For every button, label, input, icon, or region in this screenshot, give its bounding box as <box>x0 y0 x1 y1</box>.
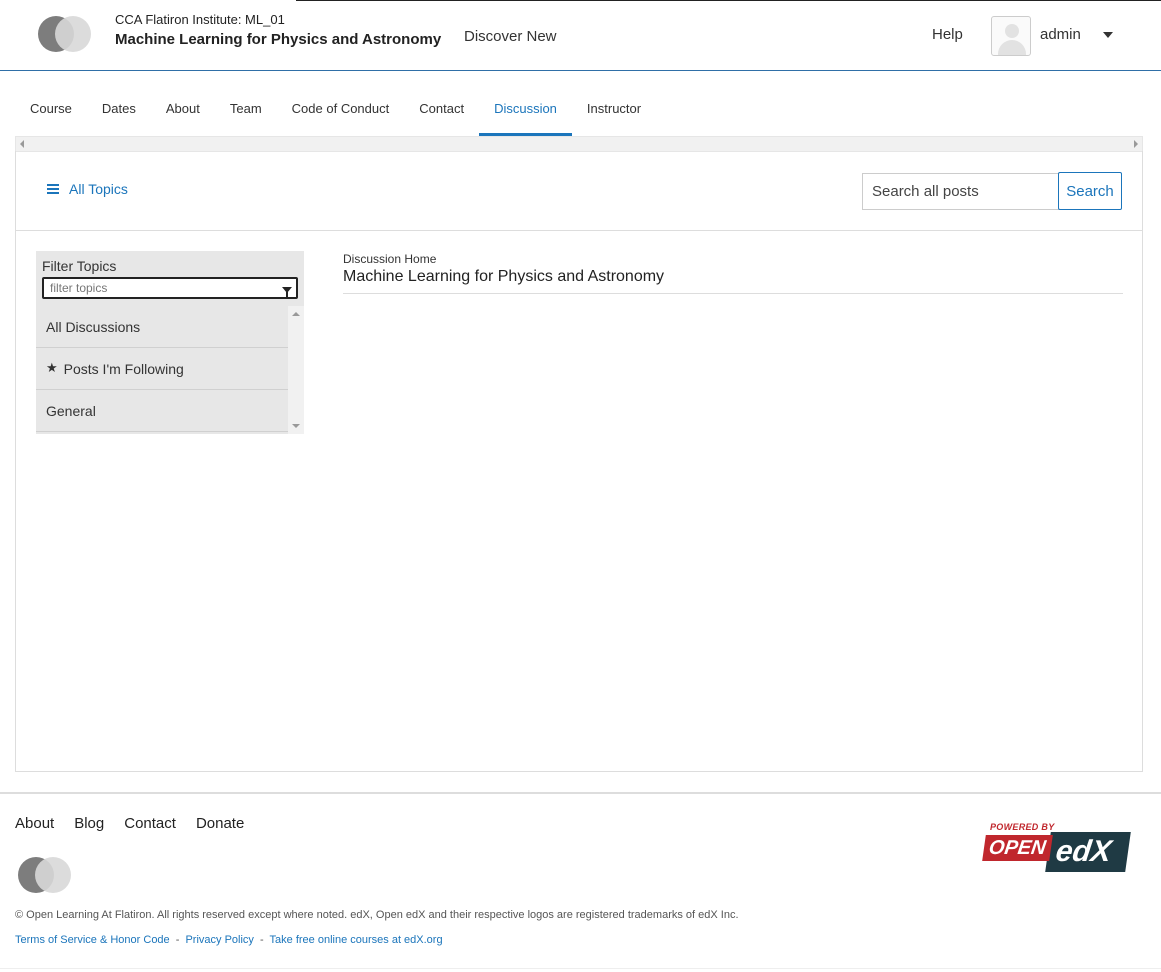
logo-circle-light <box>35 857 71 893</box>
topic-sidebar: Filter Topics All Discussions ★ Posts I'… <box>36 251 304 434</box>
discussion-title: Machine Learning for Physics and Astrono… <box>343 268 665 285</box>
tab-about[interactable]: About <box>151 92 215 136</box>
tab-team[interactable]: Team <box>215 92 277 136</box>
tab-dates[interactable]: Dates <box>87 92 151 136</box>
user-menu-caret-icon[interactable] <box>1103 32 1113 38</box>
powered-by-label: POWERED BY <box>990 822 1055 832</box>
footer-link-blog[interactable]: Blog <box>74 815 104 832</box>
all-topics-toggle[interactable]: All Topics <box>47 181 128 197</box>
discover-new-link[interactable]: Discover New <box>464 28 557 45</box>
logo-circle-light <box>55 16 91 52</box>
topic-label: Posts I'm Following <box>63 361 184 377</box>
avatar-body-icon <box>998 40 1026 55</box>
discussion-main: All Topics Search Filter Topics All Disc… <box>15 151 1143 772</box>
star-icon: ★ <box>46 360 58 375</box>
search-button[interactable]: Search <box>1058 172 1122 210</box>
topic-general[interactable]: General <box>36 390 288 432</box>
topic-label: General <box>46 403 96 419</box>
username-link[interactable]: admin <box>1040 26 1081 43</box>
footer-nav: About Blog Contact Donate <box>15 815 244 832</box>
edx-logo-part: edX <box>1045 832 1131 872</box>
open-logo-part: OPEN <box>982 835 1053 861</box>
course-org: CCA Flatiron Institute: ML_01 <box>115 12 285 27</box>
avatar-head-icon <box>1005 24 1019 38</box>
tab-course[interactable]: Course <box>15 92 87 136</box>
footer-divider <box>0 792 1161 794</box>
filter-topics-input[interactable] <box>42 277 298 299</box>
topic-all-discussions[interactable]: All Discussions <box>36 306 288 348</box>
breadcrumb[interactable]: Discussion Home <box>343 252 1123 266</box>
topic-label: All Discussions <box>46 319 141 335</box>
scroll-up-arrow-icon[interactable] <box>292 312 300 316</box>
scroll-left-arrow-icon[interactable] <box>20 140 24 148</box>
separator: - <box>175 934 180 946</box>
privacy-link[interactable]: Privacy Policy <box>185 934 253 946</box>
footer-logo[interactable] <box>18 857 72 893</box>
legal-links: Terms of Service & Honor Code - Privacy … <box>15 934 443 946</box>
search-posts-input[interactable] <box>862 173 1059 210</box>
footer-link-contact[interactable]: Contact <box>124 815 176 832</box>
footer-link-donate[interactable]: Donate <box>196 815 244 832</box>
edx-courses-link[interactable]: Take free online courses at edX.org <box>270 934 443 946</box>
course-title: Machine Learning for Physics and Astrono… <box>115 31 442 48</box>
all-topics-label: All Topics <box>69 181 128 197</box>
tab-instructor[interactable]: Instructor <box>572 92 656 136</box>
scroll-right-arrow-icon[interactable] <box>1134 140 1138 148</box>
terms-link[interactable]: Terms of Service & Honor Code <box>15 934 170 946</box>
course-tabs: Course Dates About Team Code of Conduct … <box>15 92 656 136</box>
menu-icon <box>47 184 59 194</box>
scroll-down-arrow-icon[interactable] <box>292 424 300 428</box>
tab-contact[interactable]: Contact <box>404 92 479 136</box>
tab-code-of-conduct[interactable]: Code of Conduct <box>277 92 405 136</box>
topic-posts-following[interactable]: ★ Posts I'm Following <box>36 348 288 390</box>
user-avatar[interactable] <box>991 16 1031 56</box>
topic-list: All Discussions ★ Posts I'm Following Ge… <box>36 306 288 432</box>
topic-list-scrollbar[interactable] <box>288 306 304 434</box>
help-link[interactable]: Help <box>932 26 963 43</box>
discussion-content: Discussion Home Machine Learning for Phy… <box>343 251 1123 294</box>
horizontal-scrollbar[interactable] <box>15 136 1143 152</box>
powered-by-openedx-logo[interactable]: POWERED BY edX OPEN <box>982 822 1134 874</box>
filter-funnel-icon <box>282 287 292 298</box>
footer-bottom-line <box>0 968 1161 969</box>
discussion-toolbar: All Topics Search <box>16 151 1142 231</box>
footer-link-about[interactable]: About <box>15 815 54 832</box>
copyright-text: © Open Learning At Flatiron. All rights … <box>15 909 739 921</box>
tab-discussion[interactable]: Discussion <box>479 92 572 136</box>
filter-topics-label: Filter Topics <box>42 258 117 274</box>
separator: - <box>260 934 264 946</box>
site-header: CCA Flatiron Institute: ML_01 Machine Le… <box>0 0 1161 71</box>
site-logo[interactable] <box>38 16 92 52</box>
